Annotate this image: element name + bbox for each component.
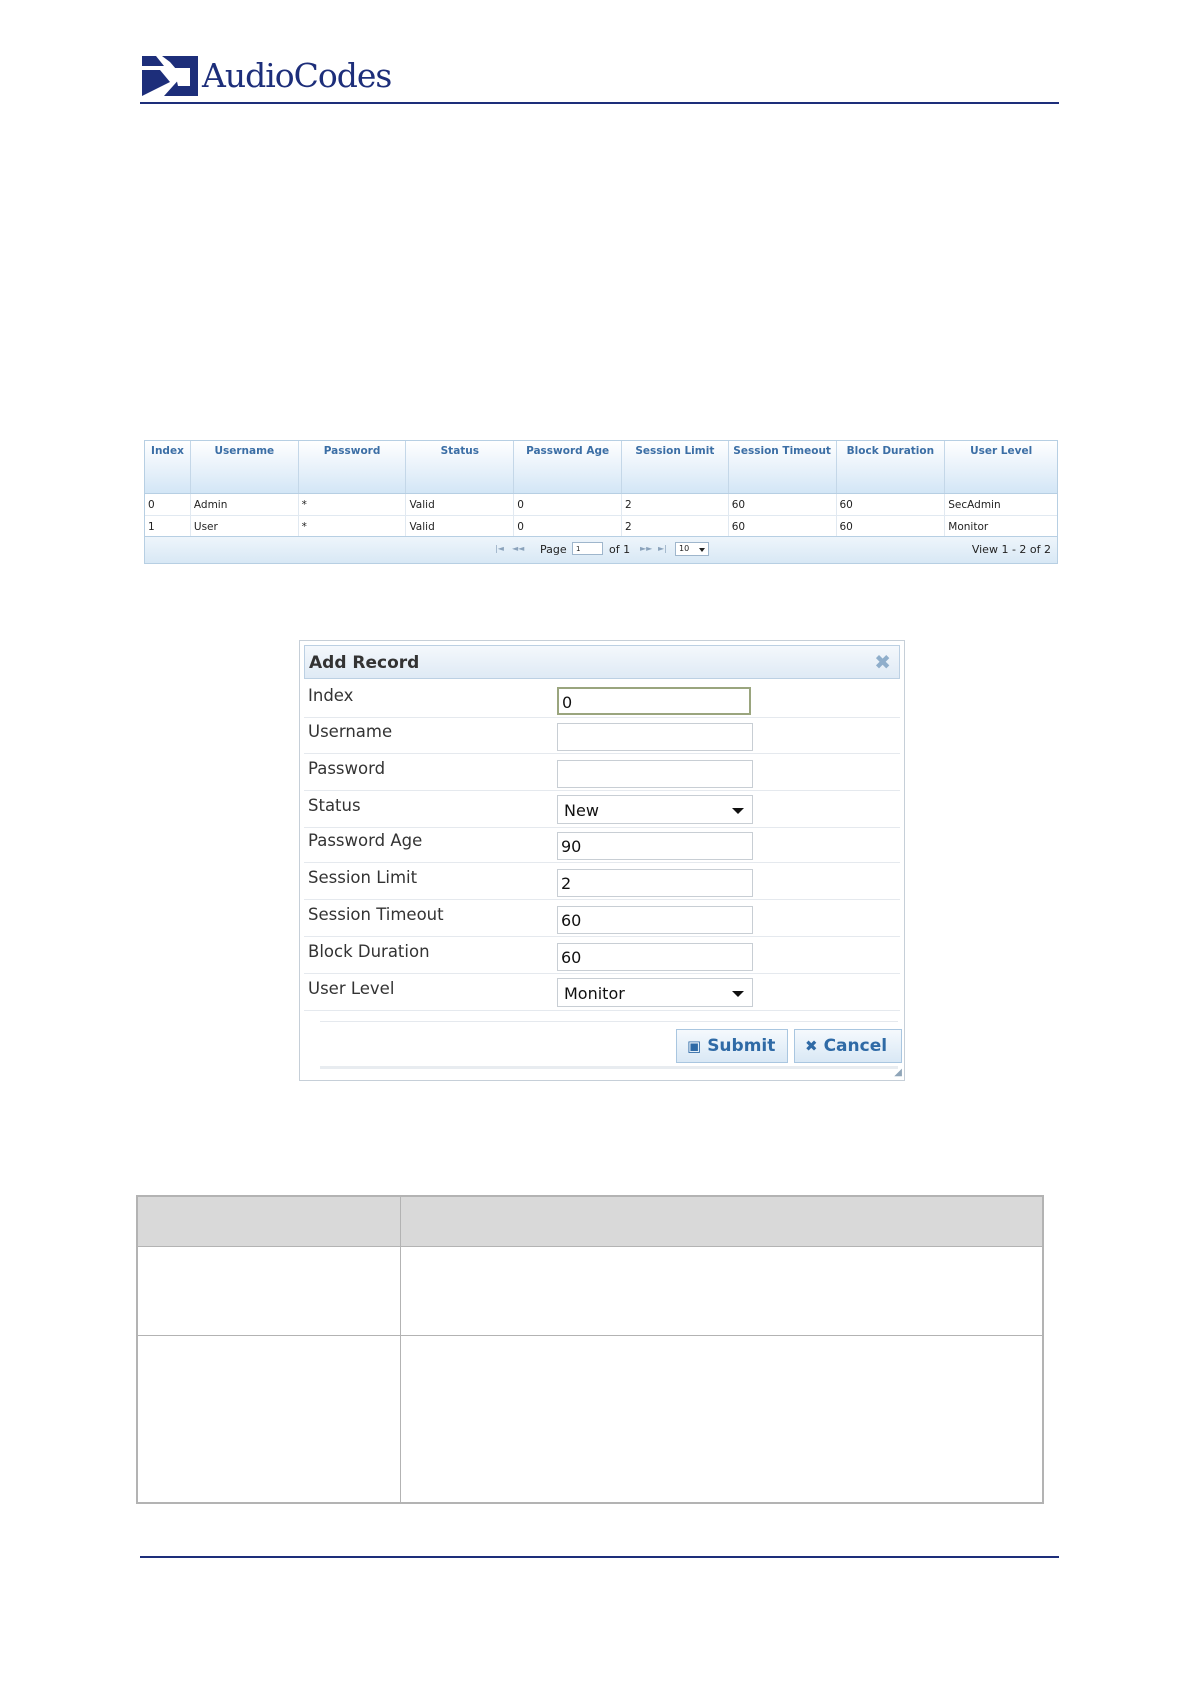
table-cell: 0	[514, 494, 622, 515]
col-session-timeout[interactable]: Session Timeout	[729, 441, 837, 493]
table-cell: 0	[145, 494, 191, 515]
dialog-title-bar: Add Record ✖	[304, 645, 900, 679]
page-label: Page	[540, 543, 567, 556]
form-row-block-duration: Block Duration 60	[304, 937, 900, 974]
save-icon: ▣	[687, 1037, 702, 1055]
page-size-value: 10	[679, 544, 690, 553]
prev-page-icon[interactable]: ◄◄	[512, 544, 524, 553]
column-divider	[400, 1197, 401, 1502]
table-cell: 2	[622, 494, 729, 515]
password-label: Password	[308, 759, 386, 778]
col-password-age[interactable]: Password Age	[514, 441, 622, 493]
table-row	[138, 1247, 1042, 1336]
username-field[interactable]	[557, 723, 753, 751]
form-row-index: Index 0	[304, 681, 900, 718]
user-level-select[interactable]: Monitor	[557, 978, 753, 1007]
block-duration-field[interactable]: 60	[557, 943, 753, 971]
user-level-label: User Level	[308, 979, 395, 998]
col-session-limit[interactable]: Session Limit	[622, 441, 729, 493]
password-age-field[interactable]: 90	[557, 832, 753, 860]
session-timeout-label: Session Timeout	[308, 905, 444, 924]
table-row[interactable]: 1 User * Valid 0 2 60 60 Monitor	[145, 516, 1057, 538]
header-rule	[140, 102, 1059, 104]
session-timeout-field[interactable]: 60	[557, 906, 753, 934]
table-cell: Valid	[406, 494, 515, 515]
add-record-dialog: Add Record ✖ Index 0 Username Password S…	[299, 640, 905, 1081]
close-icon[interactable]: ✖	[874, 651, 891, 673]
col-index[interactable]: Index	[145, 441, 191, 493]
session-limit-field[interactable]: 2	[557, 869, 753, 897]
chevron-down-icon	[732, 991, 744, 997]
form-row-session-limit: Session Limit 2	[304, 863, 900, 900]
status-value: New	[564, 801, 599, 820]
table-cell: 60	[837, 516, 946, 537]
brand-name: AudioCodes	[202, 56, 392, 95]
table-cell: Admin	[191, 494, 299, 515]
cancel-button[interactable]: ✖ Cancel	[794, 1029, 902, 1063]
next-page-icon[interactable]: ►►	[640, 544, 652, 553]
dialog-title: Add Record	[309, 653, 420, 673]
last-page-icon[interactable]: ►|	[658, 544, 667, 553]
form-row-password: Password	[304, 754, 900, 791]
session-limit-label: Session Limit	[308, 868, 418, 887]
table-cell: *	[299, 494, 407, 515]
col-status[interactable]: Status	[406, 441, 515, 493]
index-field[interactable]: 0	[557, 687, 751, 715]
footer-rule	[140, 1556, 1059, 1558]
cancel-label: Cancel	[823, 1036, 888, 1056]
table-cell: 0	[514, 516, 622, 537]
table-cell: 60	[729, 494, 837, 515]
audiocodes-logo-icon	[142, 56, 198, 96]
password-field[interactable]	[557, 760, 753, 788]
submit-button[interactable]: ▣ Submit	[676, 1029, 788, 1063]
status-select[interactable]: New	[557, 795, 753, 824]
table-cell: Monitor	[948, 521, 989, 533]
form-row-user-level: User Level Monitor	[304, 974, 900, 1011]
username-label: Username	[308, 722, 393, 741]
table-cell: SecAdmin	[948, 499, 1001, 511]
page-count-label: of 1	[609, 543, 631, 556]
chevron-down-icon	[699, 548, 705, 552]
password-age-label: Password Age	[308, 831, 423, 850]
resize-grip-icon[interactable]: ◢	[894, 1067, 902, 1078]
close-icon: ✖	[805, 1037, 818, 1055]
page-number-input[interactable]: 1	[572, 542, 603, 555]
index-label: Index	[308, 686, 354, 705]
parameter-table	[136, 1195, 1044, 1504]
table-row	[138, 1336, 1042, 1502]
users-table-header: Index Username Password Status Password …	[145, 441, 1057, 494]
pager: |◄ ◄◄ Page 1 of 1 ►► ►| 10 View 1 - 2 of…	[145, 536, 1057, 563]
table-cell: *	[299, 516, 407, 537]
table-cell: 60	[729, 516, 837, 537]
submit-label: Submit	[707, 1036, 776, 1056]
form-row-password-age: Password Age 90	[304, 826, 900, 863]
col-user-level[interactable]: User Level	[945, 441, 1057, 493]
table-cell: 2	[622, 516, 729, 537]
table-cell: 1	[145, 516, 191, 537]
form-row-session-timeout: Session Timeout 60	[304, 900, 900, 937]
col-username[interactable]: Username	[191, 441, 299, 493]
users-table: Index Username Password Status Password …	[144, 440, 1058, 564]
block-duration-label: Block Duration	[308, 942, 430, 961]
col-password[interactable]: Password	[299, 441, 407, 493]
user-level-value: Monitor	[564, 984, 625, 1003]
col-block-duration[interactable]: Block Duration	[837, 441, 946, 493]
first-page-icon[interactable]: |◄	[495, 544, 504, 553]
chevron-down-icon	[732, 808, 744, 814]
dialog-button-bar: ▣ Submit ✖ Cancel	[320, 1021, 902, 1069]
parameter-table-header	[138, 1197, 1042, 1247]
form-row-status: Status New	[304, 791, 900, 828]
table-cell: 60	[837, 494, 946, 515]
form-row-username: Username	[304, 717, 900, 754]
table-cell: User	[191, 516, 299, 537]
table-cell: Valid	[406, 516, 515, 537]
view-range-label: View 1 - 2 of 2	[971, 543, 1051, 556]
table-row[interactable]: 0 Admin * Valid 0 2 60 60 SecAdmin	[145, 494, 1057, 516]
audiocodes-logo: AudioCodes	[142, 56, 392, 96]
status-label: Status	[308, 796, 361, 815]
page-size-select[interactable]: 10	[675, 542, 709, 556]
